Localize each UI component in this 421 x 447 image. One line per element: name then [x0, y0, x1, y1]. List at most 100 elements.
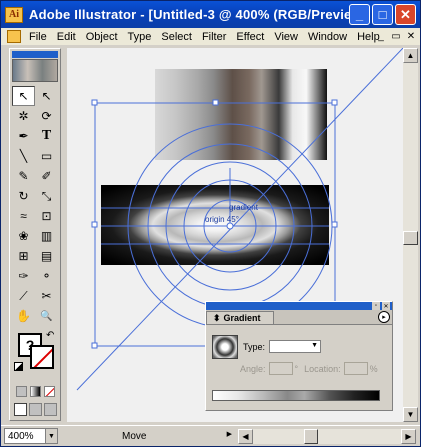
- illustrator-app-icon[interactable]: Ai: [5, 6, 23, 23]
- scroll-down-arrow-icon[interactable]: ▼: [403, 407, 418, 422]
- window-controls: _ □ ✕: [349, 4, 416, 25]
- linear-gradient-object[interactable]: [155, 69, 327, 160]
- vertical-scrollbar[interactable]: ▲ ▼: [403, 48, 418, 422]
- scissors-tool-icon[interactable]: ✂: [35, 286, 58, 306]
- document-icon[interactable]: [7, 30, 21, 43]
- standard-screen-mode-button[interactable]: [14, 403, 27, 416]
- graph-tool-icon[interactable]: ▥: [35, 226, 58, 246]
- angle-location-row: Angle: ° Location: %: [240, 362, 378, 375]
- doc-minimize-button[interactable]: _: [374, 30, 388, 43]
- free-transform-tool-icon[interactable]: ⊡: [35, 206, 58, 226]
- eyedropper-tool-icon[interactable]: ✑: [12, 266, 35, 286]
- menu-edit[interactable]: Edit: [52, 31, 81, 43]
- tool-grid: ↖ ↖ ✲ ⟳ ✒ T ╲ ▭ ✎ ✐ ↻ ⤡ ≈ ⊡ ❀ ▥ ⊞ ▤ ✑ ⚬ …: [12, 86, 60, 326]
- palette-tab-bar: ⬍ Gradient ▸: [206, 310, 392, 325]
- mesh-tool-icon[interactable]: ⊞: [12, 246, 35, 266]
- radial-gradient-object[interactable]: [101, 185, 329, 265]
- lasso-tool-icon[interactable]: ⟳: [35, 106, 58, 126]
- type-row: Type: ▼: [243, 340, 322, 353]
- angle-field[interactable]: [268, 362, 293, 375]
- scroll-up-arrow-icon[interactable]: ▲: [403, 48, 418, 63]
- magic-wand-tool-icon[interactable]: ✲: [12, 106, 35, 126]
- stroke-swatch[interactable]: [30, 345, 54, 369]
- full-screen-menu-mode-button[interactable]: [29, 403, 42, 416]
- gradient-tool-icon[interactable]: ▤: [35, 246, 58, 266]
- title-bar[interactable]: Ai Adobe Illustrator - [Untitled-3 @ 400…: [1, 1, 420, 28]
- menu-view[interactable]: View: [269, 31, 303, 43]
- type-label: Type:: [243, 341, 266, 352]
- toolbox-title-bar[interactable]: [12, 51, 58, 58]
- scale-tool-icon[interactable]: ⤡: [35, 186, 58, 206]
- gradient-label: gradient: [229, 203, 259, 212]
- line-tool-icon[interactable]: ╲: [12, 146, 35, 166]
- gradient-preview-swatch[interactable]: [212, 335, 238, 359]
- color-mode-button[interactable]: [16, 386, 27, 397]
- menu-object[interactable]: Object: [81, 31, 123, 43]
- rotate-tool-icon[interactable]: ↻: [12, 186, 35, 206]
- type-tool-icon[interactable]: T: [35, 126, 58, 146]
- menu-window[interactable]: Window: [303, 31, 352, 43]
- tab-gradient[interactable]: ⬍ Gradient: [206, 311, 274, 324]
- menu-bar: File Edit Object Type Select Filter Effe…: [1, 28, 420, 45]
- location-field[interactable]: [343, 362, 368, 375]
- palette-minimize-button[interactable]: ▫: [372, 302, 380, 310]
- gradient-slider-bar[interactable]: [212, 390, 380, 401]
- location-label: Location:: [304, 363, 341, 374]
- horizontal-scrollbar[interactable]: ◀ ▶: [238, 428, 416, 444]
- minimize-button[interactable]: _: [349, 4, 370, 25]
- zoom-dropdown-icon[interactable]: ▼: [45, 429, 57, 443]
- scroll-left-arrow-icon[interactable]: ◀: [238, 428, 253, 444]
- full-screen-mode-button[interactable]: [44, 403, 57, 416]
- menu-effect[interactable]: Effect: [231, 31, 269, 43]
- toolbox: ↖ ↖ ✲ ⟳ ✒ T ╲ ▭ ✎ ✐ ↻ ⤡ ≈ ⊡ ❀ ▥ ⊞ ▤ ✑ ⚬ …: [9, 48, 61, 421]
- gradient-type-select[interactable]: ▼: [269, 340, 322, 353]
- gradient-palette: ▫ ✕ ⬍ Gradient ▸ Type: ▼ Angle: ° Locati…: [205, 301, 393, 411]
- close-button[interactable]: ✕: [395, 4, 416, 25]
- warp-tool-icon[interactable]: ≈: [12, 206, 35, 226]
- selection-tool-icon[interactable]: ↖: [12, 86, 35, 106]
- window-title: Adobe Illustrator - [Untitled-3 @ 400% (…: [29, 7, 371, 22]
- zoom-tool-icon[interactable]: 🔍: [35, 306, 58, 326]
- none-mode-button[interactable]: [44, 386, 55, 397]
- status-menu[interactable]: Move ▶: [62, 428, 232, 444]
- doc-restore-button[interactable]: ▭: [389, 30, 403, 43]
- pen-tool-icon[interactable]: ✒: [12, 126, 35, 146]
- direct-selection-tool-icon[interactable]: ↖: [35, 86, 58, 106]
- paintbrush-tool-icon[interactable]: ✎: [12, 166, 35, 186]
- illustrator-window: Ai Adobe Illustrator - [Untitled-3 @ 400…: [0, 0, 421, 447]
- swap-fill-stroke-icon[interactable]: ↶: [46, 330, 54, 341]
- horizontal-scroll-thumb[interactable]: [304, 428, 318, 444]
- scroll-right-arrow-icon[interactable]: ▶: [401, 428, 416, 444]
- default-colors-icon[interactable]: [14, 362, 23, 371]
- symbol-sprayer-tool-icon[interactable]: ❀: [12, 226, 35, 246]
- origin-angle-label: origin 45°: [205, 215, 239, 224]
- tab-toggle-icon: ⬍: [213, 312, 221, 323]
- status-bar: 400% ▼ Move ▶ ◀ ▶: [1, 425, 420, 446]
- fill-stroke-control: ? ↶: [12, 330, 58, 378]
- angle-label: Angle:: [240, 363, 266, 374]
- gradient-palette-title-bar[interactable]: ▫ ✕: [206, 302, 392, 310]
- slice-tool-icon[interactable]: ⟋: [12, 286, 35, 306]
- adobe-logo-thumbnail[interactable]: [12, 59, 58, 82]
- menu-file[interactable]: File: [24, 31, 52, 43]
- doc-close-button[interactable]: ✕: [404, 30, 418, 43]
- menu-filter[interactable]: Filter: [197, 31, 231, 43]
- screen-mode-row: [14, 403, 60, 416]
- blend-tool-icon[interactable]: ⚬: [35, 266, 58, 286]
- palette-menu-icon[interactable]: ▸: [378, 311, 390, 323]
- menu-select[interactable]: Select: [156, 31, 197, 43]
- color-mode-row: [16, 386, 60, 397]
- hand-tool-icon[interactable]: ✋: [12, 306, 35, 326]
- zoom-level-field[interactable]: 400% ▼: [4, 428, 58, 444]
- menu-type[interactable]: Type: [123, 31, 157, 43]
- pencil-tool-icon[interactable]: ✐: [35, 166, 58, 186]
- gradient-mode-button[interactable]: [30, 386, 41, 397]
- palette-close-button[interactable]: ✕: [382, 302, 390, 310]
- document-controls: _ ▭ ✕: [374, 30, 418, 43]
- rectangle-tool-icon[interactable]: ▭: [35, 146, 58, 166]
- status-mode-label: Move: [122, 430, 147, 442]
- chevron-down-icon: ▼: [311, 342, 319, 349]
- vertical-scroll-thumb[interactable]: [403, 231, 418, 245]
- maximize-button[interactable]: □: [372, 4, 393, 25]
- status-dropdown-icon: ▶: [226, 431, 232, 438]
